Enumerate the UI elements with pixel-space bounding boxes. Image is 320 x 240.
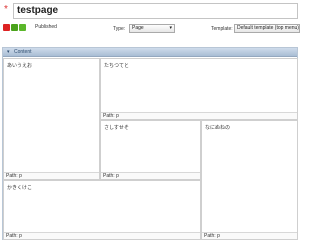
template-label: Template: [211, 26, 233, 32]
region-text[interactable]: あいうえお [7, 62, 32, 69]
content-region-4[interactable]: なにぬねの Path: p [201, 120, 298, 240]
region-path: Path: p [101, 112, 297, 119]
required-mark: * [4, 4, 8, 15]
content-panel: ▾ Content あいうえお Path: p たちつてと Path: p さし… [2, 47, 298, 240]
content-region-2[interactable]: たちつてと Path: p [100, 58, 298, 120]
content-region-1[interactable]: あいうえお Path: p [3, 58, 100, 180]
page-title-input[interactable]: testpage [13, 3, 298, 19]
region-text[interactable]: たちつてと [104, 62, 129, 69]
region-path: Path: p [4, 232, 200, 239]
unpublish-status-icon[interactable] [3, 24, 10, 31]
publish-status-icon[interactable] [11, 24, 18, 31]
content-panel-header[interactable]: ▾ Content [3, 48, 297, 57]
title-row: * testpage [4, 3, 298, 19]
content-region-5[interactable]: かきくけこ Path: p [3, 180, 201, 240]
status-row: Published Type: Page ▾ Template: Default… [3, 24, 300, 36]
region-text[interactable]: かきくけこ [7, 184, 32, 191]
region-text[interactable]: なにぬねの [205, 124, 230, 131]
type-select-value: Page [132, 25, 144, 31]
region-path: Path: p [202, 232, 297, 239]
type-label: Type: [113, 26, 126, 32]
region-path: Path: p [101, 172, 200, 179]
content-region-3[interactable]: さしすせそ Path: p [100, 120, 201, 180]
region-path: Path: p [4, 172, 99, 179]
content-panel-title: Content [14, 49, 32, 55]
region-text[interactable]: さしすせそ [104, 124, 129, 131]
published-status-icon[interactable] [19, 24, 26, 31]
chevron-down-icon: ▾ [169, 25, 172, 31]
type-select[interactable]: Page ▾ [129, 24, 175, 33]
status-label: Published [35, 24, 57, 30]
template-select[interactable]: Default template (top menu) [234, 24, 300, 33]
collapse-toggle-icon[interactable]: ▾ [7, 49, 10, 55]
